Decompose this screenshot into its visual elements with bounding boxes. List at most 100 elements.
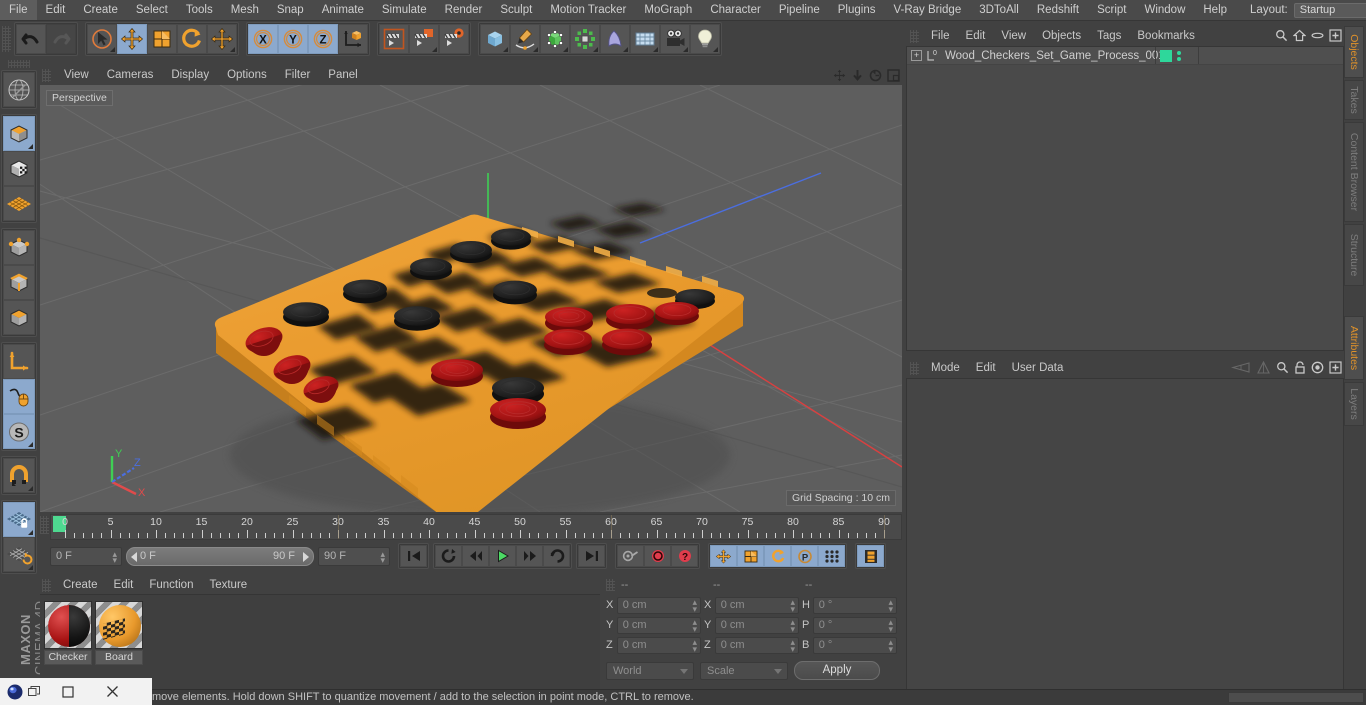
- viewport-menu-grip[interactable]: [42, 69, 51, 82]
- object-axis-button[interactable]: [3, 344, 35, 379]
- stepper-icon[interactable]: ▴ ▾: [888, 637, 893, 653]
- rotation-field[interactable]: 0 ° ▴ ▾: [812, 636, 897, 654]
- model-mode-button[interactable]: [3, 116, 35, 151]
- menu-item-redshift[interactable]: Redshift: [1028, 0, 1088, 20]
- forward-nav-icon[interactable]: [1256, 360, 1271, 377]
- maximize-viewport-icon[interactable]: [886, 68, 900, 82]
- material-preview-swatch[interactable]: [95, 601, 143, 649]
- display-tag-icon[interactable]: [1160, 50, 1172, 62]
- redo-button[interactable]: [46, 24, 76, 54]
- render-view-button[interactable]: [379, 24, 409, 54]
- menu-item-edit[interactable]: Edit: [37, 0, 75, 20]
- object-manager-menu-edit[interactable]: Edit: [958, 27, 994, 45]
- stepper-icon[interactable]: ▴ ▾: [692, 637, 697, 653]
- object-tree[interactable]: +0 Wood_Checkers_Set_Game_Process_001: [906, 46, 1344, 351]
- attribute-menu-edit[interactable]: Edit: [968, 359, 1004, 377]
- stepper-icon[interactable]: ▴ ▾: [692, 617, 697, 633]
- point-level-animation-button[interactable]: [818, 545, 845, 567]
- object-manager-menu-view[interactable]: View: [993, 27, 1034, 45]
- viewport-menu-view[interactable]: View: [55, 67, 98, 84]
- coordinates-grip[interactable]: [606, 579, 615, 591]
- right-tab-layers[interactable]: Layers: [1344, 382, 1364, 426]
- viewport-menu-panel[interactable]: Panel: [319, 67, 366, 84]
- record-active-objects-button[interactable]: [617, 545, 644, 567]
- stepper-icon[interactable]: ▴ ▾: [692, 597, 697, 613]
- size-field[interactable]: 0 cm ▴ ▾: [714, 616, 799, 634]
- right-tab-content-browser[interactable]: Content Browser: [1344, 122, 1364, 222]
- menu-item-character[interactable]: Character: [701, 0, 770, 20]
- menu-item-plugins[interactable]: Plugins: [829, 0, 885, 20]
- material-menu-edit[interactable]: Edit: [106, 577, 142, 593]
- stepper-icon[interactable]: ▴ ▾: [112, 549, 117, 564]
- coordinate-system-select[interactable]: World: [606, 661, 694, 680]
- attribute-manager-grip[interactable]: [910, 361, 919, 375]
- stepper-icon[interactable]: ▴ ▾: [888, 617, 893, 633]
- lock-z-axis-button[interactable]: Z: [308, 24, 338, 54]
- search-icon[interactable]: [1275, 29, 1288, 45]
- material-menu-create[interactable]: Create: [55, 577, 106, 593]
- back-nav-icon[interactable]: [1229, 361, 1251, 377]
- render-settings-button[interactable]: [439, 24, 469, 54]
- material-menu-grip[interactable]: [42, 578, 51, 592]
- range-left-arrow-icon[interactable]: [131, 551, 137, 562]
- live-selection-tool[interactable]: [87, 24, 117, 54]
- menu-item-pipeline[interactable]: Pipeline: [770, 0, 829, 20]
- menu-item-3dtoall[interactable]: 3DToAll: [970, 0, 1028, 20]
- timeline-grip[interactable]: [40, 516, 49, 534]
- cinema4d-logo-icon[interactable]: [0, 682, 46, 702]
- add-camera-button[interactable]: [660, 24, 690, 54]
- attribute-content[interactable]: [906, 378, 1344, 705]
- menu-item-animate[interactable]: Animate: [313, 0, 373, 20]
- menu-item-select[interactable]: Select: [127, 0, 177, 20]
- current-frame-field[interactable]: 0 F ▴ ▾: [50, 546, 122, 566]
- enable-snap-button[interactable]: S: [3, 414, 35, 449]
- go-to-start-button[interactable]: [400, 545, 427, 567]
- position-field[interactable]: 0 cm ▴ ▾: [616, 616, 701, 634]
- stepper-icon[interactable]: ▴ ▾: [790, 617, 795, 633]
- ellipse-icon[interactable]: [1311, 29, 1324, 45]
- viewport-solo-button[interactable]: [3, 379, 35, 414]
- visibility-dots-icon[interactable]: [1176, 50, 1182, 65]
- minimize-icon[interactable]: [46, 678, 90, 705]
- object-manager-menu-bookmarks[interactable]: Bookmarks: [1129, 27, 1203, 45]
- menu-item-snap[interactable]: Snap: [268, 0, 313, 20]
- menu-item-script[interactable]: Script: [1088, 0, 1135, 20]
- timeline-ruler[interactable]: 051015202530354045505560657075808590: [50, 514, 902, 540]
- parameter-key-button[interactable]: P: [791, 545, 818, 567]
- rotate-tool[interactable]: [177, 24, 207, 54]
- add-deformer-button[interactable]: [600, 24, 630, 54]
- expand-toggle-icon[interactable]: +: [911, 50, 922, 61]
- dolly-viewport-icon[interactable]: [850, 68, 864, 82]
- attribute-menu-user-data[interactable]: User Data: [1004, 359, 1072, 377]
- add-cube-button[interactable]: [480, 24, 510, 54]
- object-manager-grip[interactable]: [910, 29, 919, 43]
- viewport-menu-display[interactable]: Display: [162, 67, 218, 84]
- close-icon[interactable]: [90, 678, 134, 705]
- layout-select[interactable]: Startup: [1293, 2, 1366, 18]
- polygons-mode-button[interactable]: [3, 300, 35, 335]
- material-item[interactable]: Board: [95, 601, 143, 683]
- stepper-icon[interactable]: ▴ ▾: [380, 549, 385, 564]
- toolbar-grip[interactable]: [2, 26, 11, 52]
- home-icon[interactable]: [1292, 29, 1307, 45]
- left-toolbar-grip[interactable]: [8, 60, 30, 68]
- menu-item-render[interactable]: Render: [436, 0, 492, 20]
- keyframe-selection-button[interactable]: ?: [671, 545, 698, 567]
- add-nurbs-button[interactable]: [540, 24, 570, 54]
- step-back-button[interactable]: [462, 545, 489, 567]
- menu-item-create[interactable]: Create: [74, 0, 127, 20]
- texture-mode-button[interactable]: [3, 151, 35, 186]
- menu-item-window[interactable]: Window: [1135, 0, 1194, 20]
- add-spline-button[interactable]: [510, 24, 540, 54]
- move-tool[interactable]: [117, 24, 147, 54]
- rotation-key-button[interactable]: [764, 545, 791, 567]
- right-tab-objects[interactable]: Objects: [1344, 26, 1364, 78]
- viewport-canvas[interactable]: Perspective Grid Spacing : 10 cm Y X Z: [40, 85, 902, 512]
- position-key-button[interactable]: [710, 545, 737, 567]
- workplane-mode-button[interactable]: [3, 186, 35, 221]
- apply-button[interactable]: Apply: [794, 661, 880, 680]
- viewport-menu-cameras[interactable]: Cameras: [98, 67, 163, 84]
- menu-item-help[interactable]: Help: [1194, 0, 1236, 20]
- object-tree-row[interactable]: +0 Wood_Checkers_Set_Game_Process_001: [907, 47, 1343, 65]
- make-editable-button[interactable]: [3, 72, 35, 107]
